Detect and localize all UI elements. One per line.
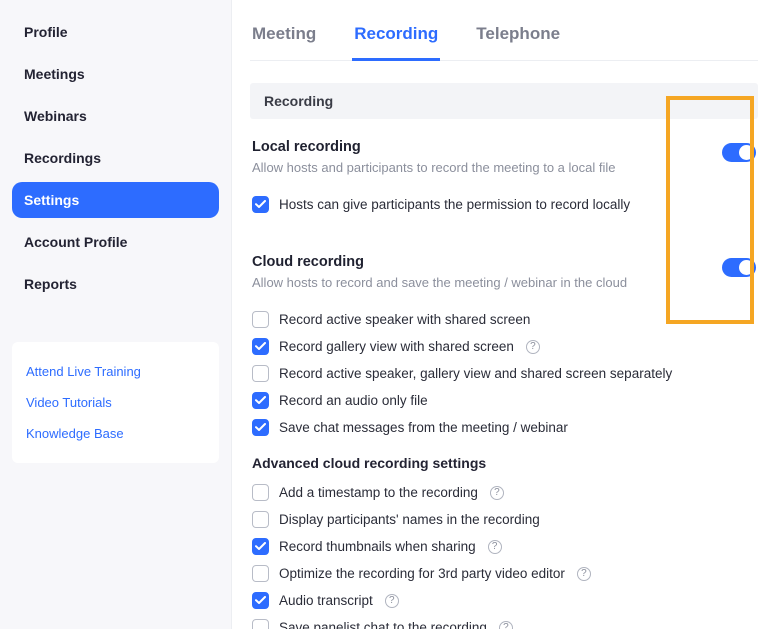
advanced-option: Save panelist chat to the recording? (252, 614, 756, 629)
sidebar-item-recordings[interactable]: Recordings (12, 140, 219, 176)
cloud-recording-block: Cloud recording Allow hosts to record an… (250, 254, 758, 629)
cloud-option: Record active speaker, gallery view and … (252, 360, 756, 387)
help-icon[interactable]: ? (526, 340, 540, 354)
advanced-checkbox[interactable] (252, 538, 269, 555)
settings-tabs: Meeting Recording Telephone (250, 18, 758, 61)
advanced-checkbox[interactable] (252, 619, 269, 629)
tab-meeting[interactable]: Meeting (250, 18, 318, 61)
cloud-option-label: Record active speaker, gallery view and … (279, 366, 672, 381)
advanced-option-label: Optimize the recording for 3rd party vid… (279, 566, 565, 581)
help-icon[interactable]: ? (488, 540, 502, 554)
local-option: Hosts can give participants the permissi… (252, 191, 756, 218)
advanced-option: Add a timestamp to the recording? (252, 479, 756, 506)
help-icon[interactable]: ? (577, 567, 591, 581)
cloud-checkbox[interactable] (252, 365, 269, 382)
advanced-option: Record thumbnails when sharing? (252, 533, 756, 560)
cloud-checkbox[interactable] (252, 392, 269, 409)
local-recording-block: Local recording Allow hosts and particip… (250, 139, 758, 218)
cloud-option: Record gallery view with shared screen? (252, 333, 756, 360)
sidebar-item-reports[interactable]: Reports (12, 266, 219, 302)
cloud-option: Save chat messages from the meeting / we… (252, 414, 756, 441)
cloud-recording-desc: Allow hosts to record and save the meeti… (252, 274, 627, 292)
cloud-checkbox[interactable] (252, 311, 269, 328)
advanced-option: Optimize the recording for 3rd party vid… (252, 560, 756, 587)
sidebar-link-knowledge-base[interactable]: Knowledge Base (26, 418, 205, 449)
main-panel: Meeting Recording Telephone Recording Loca… (232, 0, 768, 629)
help-icon[interactable]: ? (385, 594, 399, 608)
advanced-option: Display participants' names in the recor… (252, 506, 756, 533)
tab-telephone[interactable]: Telephone (474, 18, 562, 61)
cloud-option-label: Record an audio only file (279, 393, 428, 408)
local-checkbox[interactable] (252, 196, 269, 213)
sidebar-link-attend-live-training[interactable]: Attend Live Training (26, 356, 205, 387)
local-recording-title: Local recording (252, 139, 615, 155)
cloud-option-label: Save chat messages from the meeting / we… (279, 420, 568, 435)
advanced-option: Audio transcript? (252, 587, 756, 614)
advanced-option-label: Audio transcript (279, 593, 373, 608)
cloud-option-label: Record gallery view with shared screen (279, 339, 514, 354)
cloud-checkbox[interactable] (252, 419, 269, 436)
sidebar: Profile Meetings Webinars Recordings Setting… (0, 0, 232, 629)
cloud-option: Record an audio only file (252, 387, 756, 414)
advanced-checkbox[interactable] (252, 511, 269, 528)
advanced-settings-heading: Advanced cloud recording settings (252, 455, 756, 471)
sidebar-item-settings[interactable]: Settings (12, 182, 219, 218)
cloud-recording-toggle[interactable] (722, 258, 756, 277)
advanced-checkbox[interactable] (252, 592, 269, 609)
advanced-option-label: Add a timestamp to the recording (279, 485, 478, 500)
advanced-option-label: Record thumbnails when sharing (279, 539, 476, 554)
local-option-label: Hosts can give participants the permissi… (279, 197, 630, 212)
sidebar-item-account-profile[interactable]: Account Profile (12, 224, 219, 260)
sidebar-item-profile[interactable]: Profile (12, 14, 219, 50)
advanced-checkbox[interactable] (252, 484, 269, 501)
cloud-recording-title: Cloud recording (252, 254, 627, 270)
help-icon[interactable]: ? (499, 621, 513, 629)
help-icon[interactable]: ? (490, 486, 504, 500)
local-recording-toggle[interactable] (722, 143, 756, 162)
sidebar-link-video-tutorials[interactable]: Video Tutorials (26, 387, 205, 418)
advanced-option-label: Save panelist chat to the recording (279, 620, 487, 629)
local-recording-desc: Allow hosts and participants to record t… (252, 159, 615, 177)
advanced-option-label: Display participants' names in the recor… (279, 512, 540, 527)
cloud-checkbox[interactable] (252, 338, 269, 355)
cloud-option: Record active speaker with shared screen (252, 306, 756, 333)
sidebar-item-webinars[interactable]: Webinars (12, 98, 219, 134)
advanced-checkbox[interactable] (252, 565, 269, 582)
section-header-recording: Recording (250, 83, 758, 119)
cloud-option-label: Record active speaker with shared screen (279, 312, 530, 327)
sidebar-help-links: Attend Live TrainingVideo TutorialsKnowl… (12, 342, 219, 463)
sidebar-item-meetings[interactable]: Meetings (12, 56, 219, 92)
tab-recording[interactable]: Recording (352, 18, 440, 61)
